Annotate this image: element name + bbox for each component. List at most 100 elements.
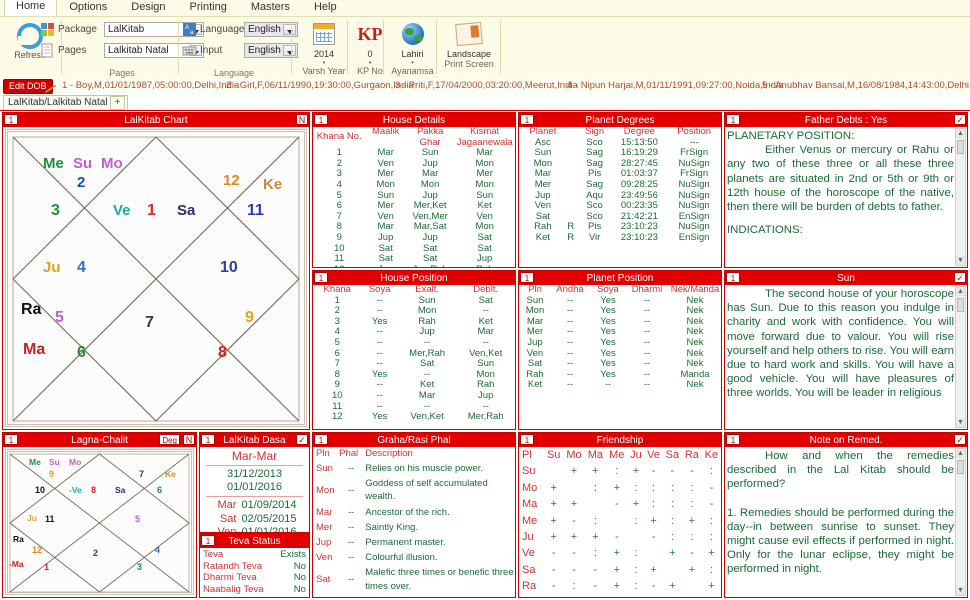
panel-check-button[interactable]: ✓: [954, 114, 966, 125]
lagna-chalit-area[interactable]: 9 10 8 7 6 11 5 12 1 2 3 4 Me Su Mo -Ve …: [3, 447, 196, 597]
teva-row: Naabalig Teva No: [200, 584, 309, 596]
cell-rel: :: [663, 595, 682, 598]
cell-rel: :: [634, 481, 638, 494]
panel-number[interactable]: 1: [4, 434, 18, 445]
chart-area[interactable]: 2 3 1 12 11 4 10 5 7 9 6 8 Me Su Mo Ve S…: [3, 127, 309, 429]
menu-item-printing[interactable]: Printing: [178, 0, 239, 16]
col-description: Description: [365, 448, 413, 459]
language-select[interactable]: English (E: [244, 22, 298, 37]
table-row: 12JupJup,RahRah: [313, 264, 515, 267]
dob-entry-3[interactable]: 3 - Priti,F,17/04/2000,03:20:00,Meerut,I…: [395, 80, 578, 91]
cell-rel: +: [669, 547, 676, 560]
panel-number[interactable]: 1: [520, 114, 534, 125]
scrollbar-thumb[interactable]: [957, 140, 964, 154]
panel-number[interactable]: 1: [4, 114, 18, 125]
dasa-sub-row[interactable]: Mar 01/09/2014: [200, 499, 309, 513]
panel-title-bar: 1 Graha/Rasi Phal: [313, 433, 515, 447]
keyboard-icon: [182, 43, 197, 58]
scroll-down-icon[interactable]: ▼: [956, 256, 965, 265]
panel-number[interactable]: 1: [520, 272, 534, 283]
pencil-icon[interactable]: [44, 81, 58, 94]
scrollbar-vertical[interactable]: ▲ ▼: [955, 286, 966, 428]
scroll-up-icon[interactable]: ▲: [956, 287, 965, 296]
cell-khana: 5: [334, 336, 340, 348]
chart-house-4: 4: [77, 259, 86, 276]
dob-entry-4[interactable]: 4 - Nipun Harjai,M,01/11/1991,09:27:00,N…: [567, 80, 783, 91]
chart-style-button[interactable]: N: [296, 114, 308, 125]
cell-pln: Ket: [527, 379, 543, 391]
scrollbar-thumb[interactable]: [957, 298, 964, 312]
ayanamsa-button[interactable]: Lahiri • Ayanamsa: [385, 19, 440, 77]
scroll-down-icon[interactable]: ▼: [956, 586, 965, 595]
panel-number[interactable]: 1: [520, 434, 534, 445]
chart-house-1: 1: [147, 202, 156, 219]
menu-item-help[interactable]: Help: [302, 0, 349, 16]
cell-rel: -: [709, 481, 714, 494]
panel-check-button[interactable]: ✓: [954, 272, 966, 283]
dob-entry-2[interactable]: 2 - Girl,F,06/11/1990,19:30:00,Gurgaon,I…: [226, 80, 414, 91]
cell-rel: :: [593, 547, 597, 560]
cell-rel: :: [634, 514, 638, 527]
input-select[interactable]: English (E: [244, 43, 298, 58]
father-debts-text: PLANETARY POSITION: Either Venus or merc…: [727, 129, 954, 265]
scrollbar-vertical[interactable]: ▲ ▼: [955, 448, 966, 596]
deg-toggle-button[interactable]: Deg: [159, 434, 180, 445]
print-screen-button[interactable]: Landscape Print Screen: [438, 19, 500, 70]
graha-table: Pln Phal Description Sun -- Relies on his …: [314, 447, 515, 597]
cell-exalt: Ven,Ket: [410, 411, 444, 423]
scroll-up-icon[interactable]: ▲: [956, 449, 965, 458]
panel-number[interactable]: 1: [314, 272, 328, 283]
scroll-up-icon[interactable]: ▲: [956, 129, 965, 138]
cell-rel: +: [632, 465, 640, 478]
panel-check-button[interactable]: ✓: [954, 434, 966, 445]
scrollbar-thumb[interactable]: [957, 460, 964, 474]
panel-check-button[interactable]: ✓: [296, 434, 308, 445]
table-row: Sun -- Relies on his muscle power.: [314, 461, 515, 476]
panel-number[interactable]: 1: [314, 114, 328, 125]
cell-pakka: Jup,Rah: [406, 264, 454, 267]
panel-number[interactable]: 1: [726, 114, 740, 125]
scrollbar-vertical[interactable]: ▲ ▼: [955, 128, 966, 266]
sun-body: The second house of your horoscope has S…: [725, 285, 967, 429]
lc-house-4: 4: [155, 545, 161, 555]
dasa-sub-row[interactable]: Sat 02/05/2015: [200, 513, 309, 527]
panel-title: House Position: [380, 272, 448, 284]
menu-item-masters[interactable]: Masters: [239, 0, 302, 16]
dasa-sub-row[interactable]: Ven 01/01/2016: [200, 526, 309, 532]
graha-body: Pln Phal Description Sun -- Relies on his …: [313, 447, 515, 597]
cell-sign: Vir: [588, 231, 601, 243]
col-planet: Planet: [529, 127, 557, 137]
dob-entry-5[interactable]: 5 - Anubhav Bansal,M,16/08/1984,14:43:00…: [762, 80, 970, 91]
lagna-chalit-chart[interactable]: 9 10 8 7 6 11 5 12 1 2 3 4 Me Su Mo -Ve …: [5, 449, 194, 595]
cell-rel: :: [593, 514, 597, 527]
col-su: Su: [546, 449, 561, 461]
scroll-down-icon[interactable]: ▼: [956, 418, 965, 427]
chart-style-button[interactable]: N: [183, 434, 195, 445]
panel-number[interactable]: 1: [314, 434, 328, 445]
friendship-table: Pl Su Mo Ma Me Ju Ve Sa Ra Ke Su + +: + - - -:…: [520, 447, 721, 597]
panel-title: Note on Remed.: [809, 434, 883, 446]
dob-entry-1[interactable]: 1 - Boy,M,01/01/1987,05:00:00,Delhi,Indi…: [62, 80, 239, 91]
calendar-icon: [293, 19, 355, 49]
north-indian-chart[interactable]: 2 3 1 12 11 4 10 5 7 9 6 8 Me Su Mo Ve S…: [5, 129, 307, 427]
dasa-date: 02/05/2015: [241, 512, 297, 525]
menu-item-home[interactable]: Home: [4, 0, 58, 16]
panel-title: Teva Status: [228, 535, 281, 547]
cell-rel: :: [544, 595, 563, 598]
panel-number[interactable]: 1: [726, 434, 740, 445]
row-header: Me: [522, 514, 538, 527]
chart-planet-su: Su: [73, 155, 93, 172]
panel-number[interactable]: 1: [726, 272, 740, 283]
panel-number[interactable]: 1: [201, 535, 215, 546]
menu-item-design[interactable]: Design: [119, 0, 177, 16]
cell-pln: Mar: [316, 506, 333, 518]
menu-item-options[interactable]: Options: [57, 0, 119, 16]
cell-phal: --: [348, 506, 355, 518]
add-tab-button[interactable]: +: [110, 96, 125, 110]
cell-rel: +: [550, 514, 557, 527]
varsh-year-button[interactable]: 2014 • Varsh Year: [293, 19, 355, 77]
cell-deblt: Mer,Rah: [467, 411, 504, 423]
cell-phal: --: [348, 537, 355, 549]
panel-number[interactable]: 1: [201, 434, 215, 445]
cell-rel: +: [708, 547, 715, 560]
